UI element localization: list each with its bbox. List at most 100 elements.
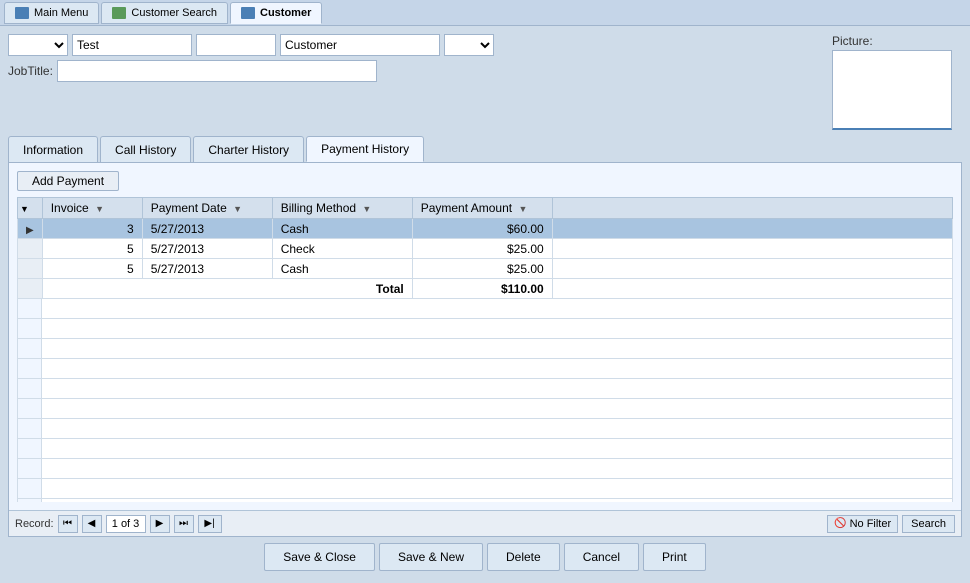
billing-method-sort-icon: ▼ (362, 204, 371, 214)
panel-inner: Add Payment ▼ Invoice ▼ (9, 163, 961, 510)
jobtitle-input[interactable] (57, 60, 377, 82)
tab-charter-history[interactable]: Charter History (193, 136, 304, 162)
suffix-select[interactable] (444, 34, 494, 56)
middle-name-input[interactable] (196, 34, 276, 56)
cancel-button[interactable]: Cancel (564, 543, 639, 571)
empty-row (18, 299, 952, 319)
empty-row-selector (18, 299, 42, 318)
tab-customer[interactable]: Customer (230, 2, 322, 24)
col-invoice[interactable]: Invoice ▼ (42, 198, 142, 219)
empty-row (18, 399, 952, 419)
row-arrow-icon: ▶ (26, 225, 34, 236)
cell-date: 5/27/2013 (142, 219, 272, 239)
main-content: JobTitle: Picture: Information Call Hist… (0, 26, 970, 583)
customer-search-icon (112, 7, 126, 19)
row-selector (18, 259, 43, 279)
empty-row-selector (18, 479, 42, 498)
nav-new-button[interactable]: ▶| (198, 515, 222, 533)
empty-row-selector (18, 439, 42, 458)
tab-main-menu[interactable]: Main Menu (4, 2, 99, 24)
empty-row-selector (18, 399, 42, 418)
empty-row-selector (18, 459, 42, 478)
cell-empty (552, 219, 952, 239)
last-name-input[interactable] (280, 34, 440, 56)
picture-box (832, 50, 952, 130)
tab-payment-history[interactable]: Payment History (306, 136, 424, 162)
empty-row-selector (18, 499, 42, 502)
col-payment-amount[interactable]: Payment Amount ▼ (412, 198, 552, 219)
title-bar: Main Menu Customer Search Customer (0, 0, 970, 26)
total-row: Total $110.00 (18, 279, 953, 299)
bottom-bar: Save & Close Save & New Delete Cancel Pr… (8, 537, 962, 575)
nav-last-button[interactable]: ⏭ (174, 515, 194, 533)
empty-row-selector (18, 419, 42, 438)
cell-empty (552, 259, 952, 279)
empty-row (18, 319, 952, 339)
jobtitle-row: JobTitle: (8, 60, 824, 82)
empty-rows-area (17, 299, 953, 502)
payment-panel: Add Payment ▼ Invoice ▼ (8, 162, 962, 537)
nav-first-button[interactable]: ⏮ (58, 515, 78, 533)
add-payment-label: Add Payment (32, 174, 104, 188)
payment-table-container: ▼ Invoice ▼ Payment Date ▼ Bil (17, 197, 953, 502)
empty-row (18, 339, 952, 359)
nav-prev-button[interactable]: ◀ (82, 515, 102, 533)
cell-date: 5/27/2013 (142, 239, 272, 259)
record-display[interactable]: 1 of 3 (106, 515, 146, 533)
invoice-sort-icon: ▼ (95, 204, 104, 214)
picture-area: Picture: (832, 34, 962, 130)
tab-information[interactable]: Information (8, 136, 98, 162)
cell-method: Check (272, 239, 412, 259)
empty-row (18, 439, 952, 459)
tab-customer-search[interactable]: Customer Search (101, 2, 228, 24)
cell-amount: $25.00 (412, 239, 552, 259)
col-payment-date[interactable]: Payment Date ▼ (142, 198, 272, 219)
cell-empty (552, 239, 952, 259)
record-label: Record: (15, 518, 54, 530)
total-row-selector (18, 279, 43, 299)
empty-row (18, 419, 952, 439)
picture-label: Picture: (832, 34, 873, 48)
delete-button[interactable]: Delete (487, 543, 560, 571)
tab-customer-label: Customer (260, 7, 311, 19)
save-close-button[interactable]: Save & Close (264, 543, 375, 571)
cell-method: Cash (272, 259, 412, 279)
tab-payment-history-label: Payment History (321, 142, 409, 156)
col-billing-method[interactable]: Billing Method ▼ (272, 198, 412, 219)
tab-information-label: Information (23, 143, 83, 157)
tab-customer-search-label: Customer Search (131, 7, 217, 19)
cell-invoice: 5 (42, 259, 142, 279)
no-filter-label: No Filter (850, 518, 892, 530)
form-fields: JobTitle: (8, 34, 824, 82)
print-button[interactable]: Print (643, 543, 706, 571)
table-row[interactable]: 5 5/27/2013 Cash $25.00 (18, 259, 953, 279)
status-bar: Record: ⏮ ◀ 1 of 3 ▶ ⏭ ▶| 🚫 No Filter Se… (9, 510, 961, 536)
empty-row (18, 359, 952, 379)
add-payment-button[interactable]: Add Payment (17, 171, 119, 191)
nav-next-button[interactable]: ▶ (150, 515, 170, 533)
main-menu-icon (15, 7, 29, 19)
cell-method: Cash (272, 219, 412, 239)
cell-date: 5/27/2013 (142, 259, 272, 279)
customer-icon (241, 7, 255, 19)
cell-amount: $60.00 (412, 219, 552, 239)
name-row (8, 34, 824, 56)
search-button[interactable]: Search (902, 515, 955, 533)
col-empty-1 (552, 198, 952, 219)
table-row[interactable]: ▶ 3 5/27/2013 Cash $60.00 (18, 219, 953, 239)
title-select[interactable] (8, 34, 68, 56)
cell-invoice: 5 (42, 239, 142, 259)
save-new-button[interactable]: Save & New (379, 543, 483, 571)
form-top: JobTitle: Picture: (8, 34, 962, 130)
empty-row (18, 459, 952, 479)
empty-row-selector (18, 319, 42, 338)
tab-call-history[interactable]: Call History (100, 136, 191, 162)
total-empty (552, 279, 952, 299)
no-filter-button[interactable]: 🚫 No Filter (827, 515, 898, 533)
empty-row (18, 479, 952, 499)
cell-amount: $25.00 (412, 259, 552, 279)
first-name-input[interactable] (72, 34, 192, 56)
tab-main-menu-label: Main Menu (34, 7, 88, 19)
table-row[interactable]: 5 5/27/2013 Check $25.00 (18, 239, 953, 259)
empty-row (18, 379, 952, 399)
